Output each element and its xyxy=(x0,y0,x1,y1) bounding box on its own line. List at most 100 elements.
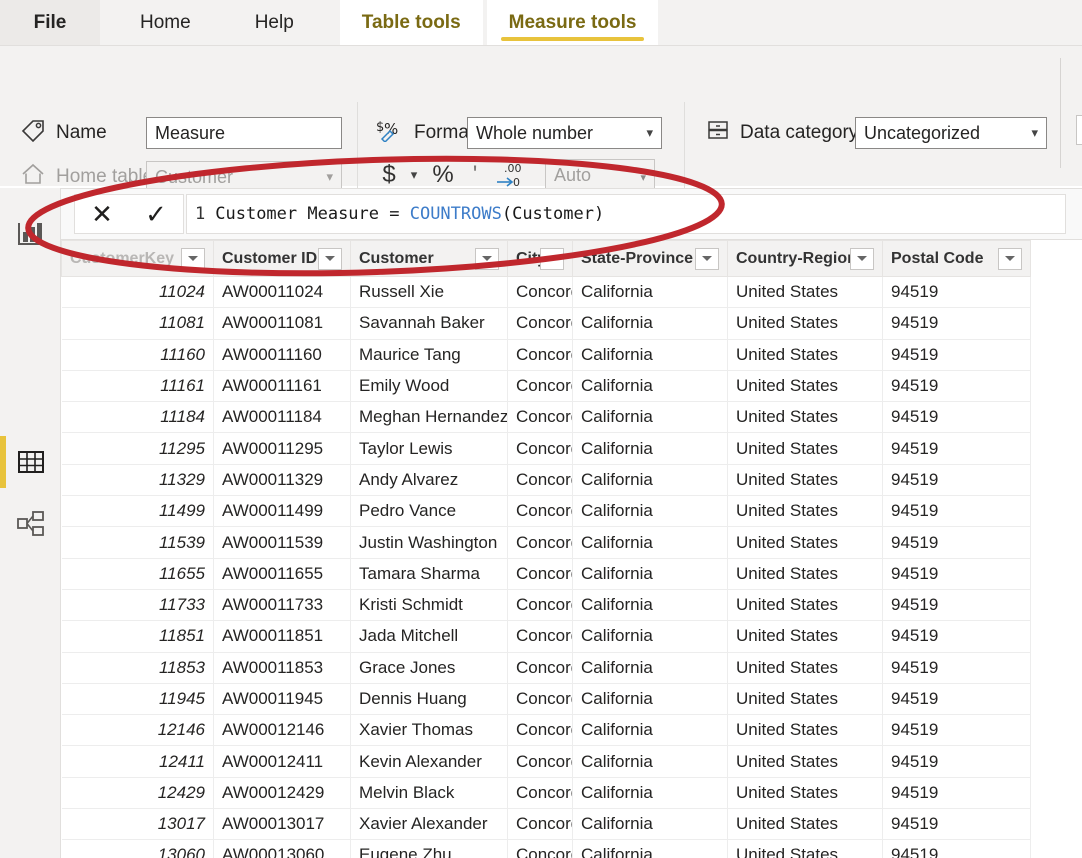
filter-dropdown-icon[interactable] xyxy=(850,248,874,270)
column-header-customer-id[interactable]: Customer ID xyxy=(214,241,351,277)
table-cell[interactable]: Concord xyxy=(508,621,573,652)
filter-dropdown-icon[interactable] xyxy=(540,248,564,270)
table-cell[interactable]: Maurice Tang xyxy=(351,339,508,370)
table-cell[interactable]: California xyxy=(573,339,728,370)
currency-format-button[interactable]: $ xyxy=(378,158,400,192)
table-cell[interactable]: Concord xyxy=(508,308,573,339)
format-select[interactable]: Whole number ▾ xyxy=(467,117,662,149)
table-cell[interactable]: Concord xyxy=(508,715,573,746)
table-cell[interactable]: 11539 xyxy=(62,527,214,558)
table-cell[interactable]: United States xyxy=(728,464,883,495)
table-cell[interactable]: California xyxy=(573,558,728,589)
column-header-customer[interactable]: Customer xyxy=(351,241,508,277)
table-cell[interactable]: Concord xyxy=(508,683,573,714)
table-cell[interactable]: Concord xyxy=(508,777,573,808)
table-cell[interactable]: United States xyxy=(728,715,883,746)
table-cell[interactable]: California xyxy=(573,746,728,777)
table-cell[interactable]: Kristi Schmidt xyxy=(351,589,508,620)
table-cell[interactable]: Grace Jones xyxy=(351,652,508,683)
table-cell[interactable]: AW00012146 xyxy=(214,715,351,746)
table-cell[interactable]: 11851 xyxy=(62,621,214,652)
table-cell[interactable]: California xyxy=(573,809,728,840)
table-row[interactable]: 11184AW00011184Meghan HernandezConcordCa… xyxy=(62,402,1031,433)
table-cell[interactable]: United States xyxy=(728,433,883,464)
table-cell[interactable]: AW00011499 xyxy=(214,496,351,527)
table-cell[interactable]: California xyxy=(573,433,728,464)
table-cell[interactable]: 11499 xyxy=(62,496,214,527)
table-cell[interactable]: United States xyxy=(728,496,883,527)
dax-formula-input[interactable]: 1 Customer Measure = COUNTROWS (Customer… xyxy=(186,194,1066,234)
table-cell[interactable]: Melvin Black xyxy=(351,777,508,808)
table-cell[interactable]: 94519 xyxy=(883,621,1031,652)
table-cell[interactable]: AW00012429 xyxy=(214,777,351,808)
table-cell[interactable]: United States xyxy=(728,777,883,808)
table-cell[interactable]: AW00011295 xyxy=(214,433,351,464)
table-cell[interactable]: AW00011184 xyxy=(214,402,351,433)
table-cell[interactable]: Kevin Alexander xyxy=(351,746,508,777)
table-cell[interactable]: Concord xyxy=(508,840,573,858)
table-cell[interactable]: AW00011851 xyxy=(214,621,351,652)
table-cell[interactable]: AW00011160 xyxy=(214,339,351,370)
table-row[interactable]: 11295AW00011295Taylor LewisConcordCalifo… xyxy=(62,433,1031,464)
table-cell[interactable]: 94519 xyxy=(883,683,1031,714)
table-cell[interactable]: California xyxy=(573,840,728,858)
table-cell[interactable]: Concord xyxy=(508,746,573,777)
table-cell[interactable]: AW00011024 xyxy=(214,277,351,308)
tab-table-tools[interactable]: Table tools xyxy=(340,0,483,46)
table-cell[interactable]: United States xyxy=(728,746,883,777)
table-row[interactable]: 11160AW00011160Maurice TangConcordCalifo… xyxy=(62,339,1031,370)
table-cell[interactable]: AW00011081 xyxy=(214,308,351,339)
table-cell[interactable]: 11160 xyxy=(62,339,214,370)
table-row[interactable]: 11539AW00011539Justin WashingtonConcordC… xyxy=(62,527,1031,558)
table-cell[interactable]: United States xyxy=(728,370,883,401)
table-cell[interactable]: Andy Alvarez xyxy=(351,464,508,495)
table-cell[interactable]: California xyxy=(573,589,728,620)
table-cell[interactable]: 94519 xyxy=(883,370,1031,401)
table-cell[interactable]: Concord xyxy=(508,433,573,464)
table-cell[interactable]: AW00011945 xyxy=(214,683,351,714)
thousands-separator-button[interactable]: ' xyxy=(464,158,486,192)
table-cell[interactable]: 94519 xyxy=(883,715,1031,746)
table-cell[interactable]: California xyxy=(573,715,728,746)
table-cell[interactable]: United States xyxy=(728,840,883,858)
table-cell[interactable]: 11081 xyxy=(62,308,214,339)
table-cell[interactable]: Concord xyxy=(508,652,573,683)
table-cell[interactable]: Tamara Sharma xyxy=(351,558,508,589)
sidebar-item-report-view[interactable] xyxy=(0,206,61,262)
table-cell[interactable]: Concord xyxy=(508,527,573,558)
table-cell[interactable]: 94519 xyxy=(883,277,1031,308)
table-cell[interactable]: AW00013017 xyxy=(214,809,351,840)
table-cell[interactable]: 94519 xyxy=(883,558,1031,589)
table-cell[interactable]: Concord xyxy=(508,402,573,433)
table-cell[interactable]: 94519 xyxy=(883,464,1031,495)
table-cell[interactable]: California xyxy=(573,652,728,683)
table-cell[interactable]: 94519 xyxy=(883,308,1031,339)
table-cell[interactable]: Concord xyxy=(508,589,573,620)
sidebar-item-model-view[interactable] xyxy=(0,496,61,552)
table-cell[interactable]: 94519 xyxy=(883,496,1031,527)
table-cell[interactable]: AW00011329 xyxy=(214,464,351,495)
table-cell[interactable]: 94519 xyxy=(883,339,1031,370)
table-cell[interactable]: 94519 xyxy=(883,589,1031,620)
table-cell[interactable]: AW00011853 xyxy=(214,652,351,683)
table-row[interactable]: 11733AW00011733Kristi SchmidtConcordCali… xyxy=(62,589,1031,620)
table-cell[interactable]: Dennis Huang xyxy=(351,683,508,714)
table-cell[interactable]: Xavier Alexander xyxy=(351,809,508,840)
tab-measure-tools[interactable]: Measure tools xyxy=(487,0,659,46)
table-cell[interactable]: United States xyxy=(728,277,883,308)
column-header-country-region[interactable]: Country-Region xyxy=(728,241,883,277)
tab-home[interactable]: Home xyxy=(118,0,213,46)
table-row[interactable]: 12429AW00012429Melvin BlackConcordCalifo… xyxy=(62,777,1031,808)
table-cell[interactable]: California xyxy=(573,370,728,401)
filter-dropdown-icon[interactable] xyxy=(475,248,499,270)
table-cell[interactable]: 11184 xyxy=(62,402,214,433)
table-row[interactable]: 11853AW00011853Grace JonesConcordCalifor… xyxy=(62,652,1031,683)
table-cell[interactable]: 11295 xyxy=(62,433,214,464)
table-cell[interactable]: 11733 xyxy=(62,589,214,620)
table-cell[interactable]: Russell Xie xyxy=(351,277,508,308)
table-cell[interactable]: Concord xyxy=(508,370,573,401)
table-cell[interactable]: United States xyxy=(728,339,883,370)
data-grid[interactable]: CustomerKey Customer ID Customer xyxy=(61,240,1082,858)
table-cell[interactable]: California xyxy=(573,464,728,495)
sidebar-item-data-view[interactable] xyxy=(0,434,61,490)
